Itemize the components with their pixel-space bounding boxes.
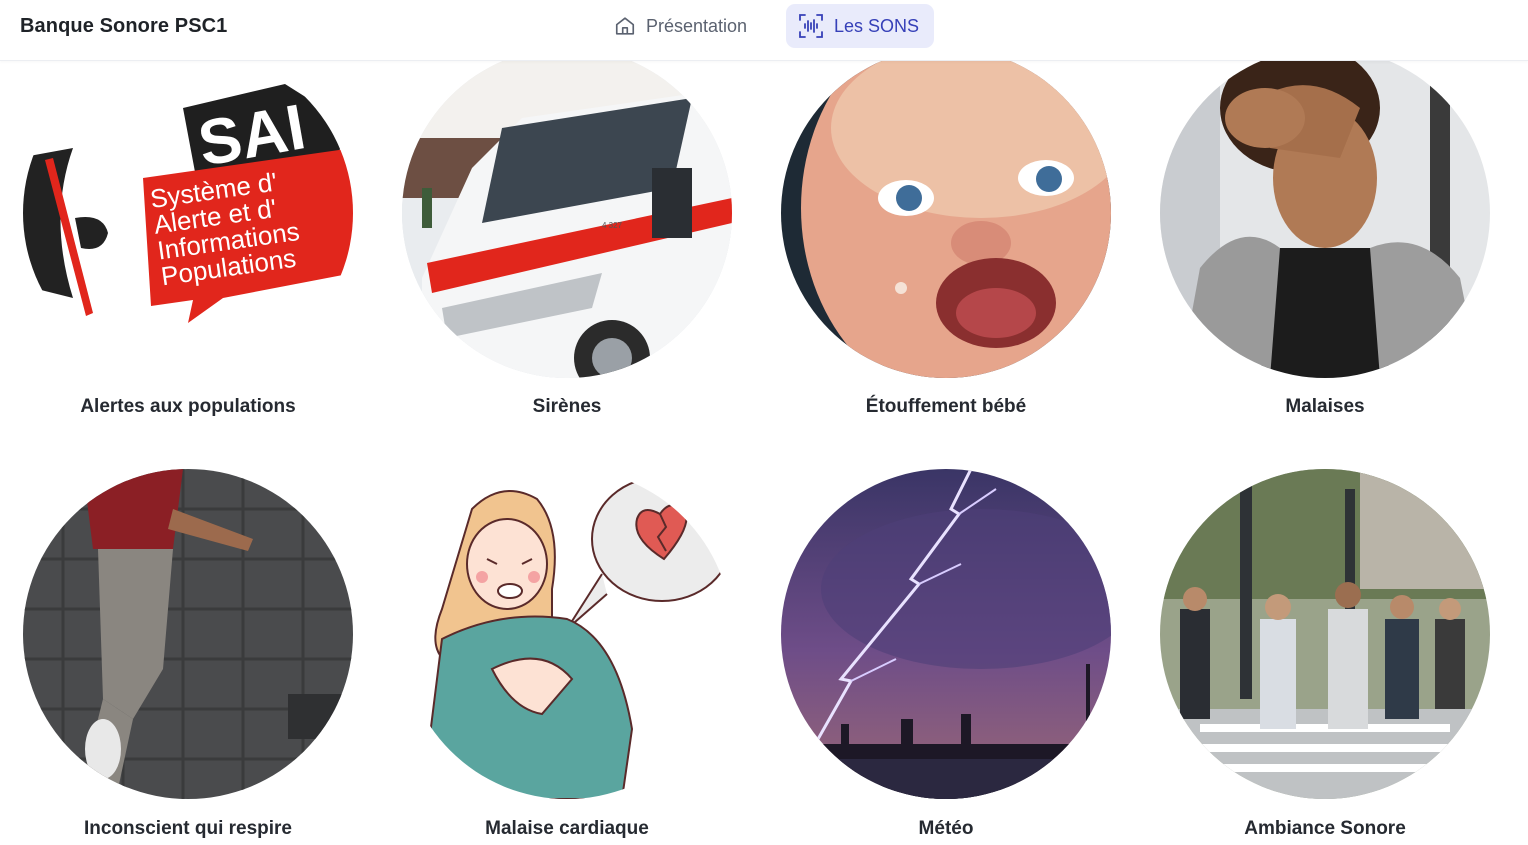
nav-tab-sons[interactable]: Les SONS [786, 4, 934, 48]
city-crosswalk-crowd-photo [1160, 469, 1490, 799]
saip-alert-logo: SAI Système d' Alerte et d' Informations… [23, 48, 353, 378]
heart-attack-illustration [402, 469, 732, 799]
app-title[interactable]: Banque Sonore PSC1 [20, 15, 227, 38]
sound-card-title: Météo [918, 818, 974, 839]
sound-card-title: Malaises [1285, 396, 1365, 417]
sound-card-title: Alertes aux populations [80, 396, 296, 417]
sound-card-title: Inconscient qui respire [84, 818, 292, 839]
sound-card-title: Étouffement bébé [865, 396, 1027, 417]
audio-waveform-icon [798, 13, 824, 39]
person-lying-on-ground-photo [23, 469, 353, 799]
sound-card-title: Ambiance Sonore [1244, 818, 1406, 839]
vehicle-number: 4 327 [602, 221, 623, 230]
nav-tab-presentation[interactable]: Présentation [602, 4, 761, 48]
nav-tab-label: Présentation [646, 15, 748, 36]
ambulance-photo: 4 327 [402, 48, 732, 378]
nav-tab-label: Les SONS [834, 15, 920, 36]
top-navbar: Banque Sonore PSC1 Présentation Les SONS [0, 0, 1528, 61]
woman-headache-photo [1160, 48, 1490, 378]
home-icon [614, 15, 636, 37]
sound-card-title: Sirènes [532, 396, 602, 417]
crying-baby-photo [781, 48, 1111, 378]
lightning-storm-photo [781, 469, 1111, 799]
sound-card-title: Malaise cardiaque [485, 818, 649, 839]
